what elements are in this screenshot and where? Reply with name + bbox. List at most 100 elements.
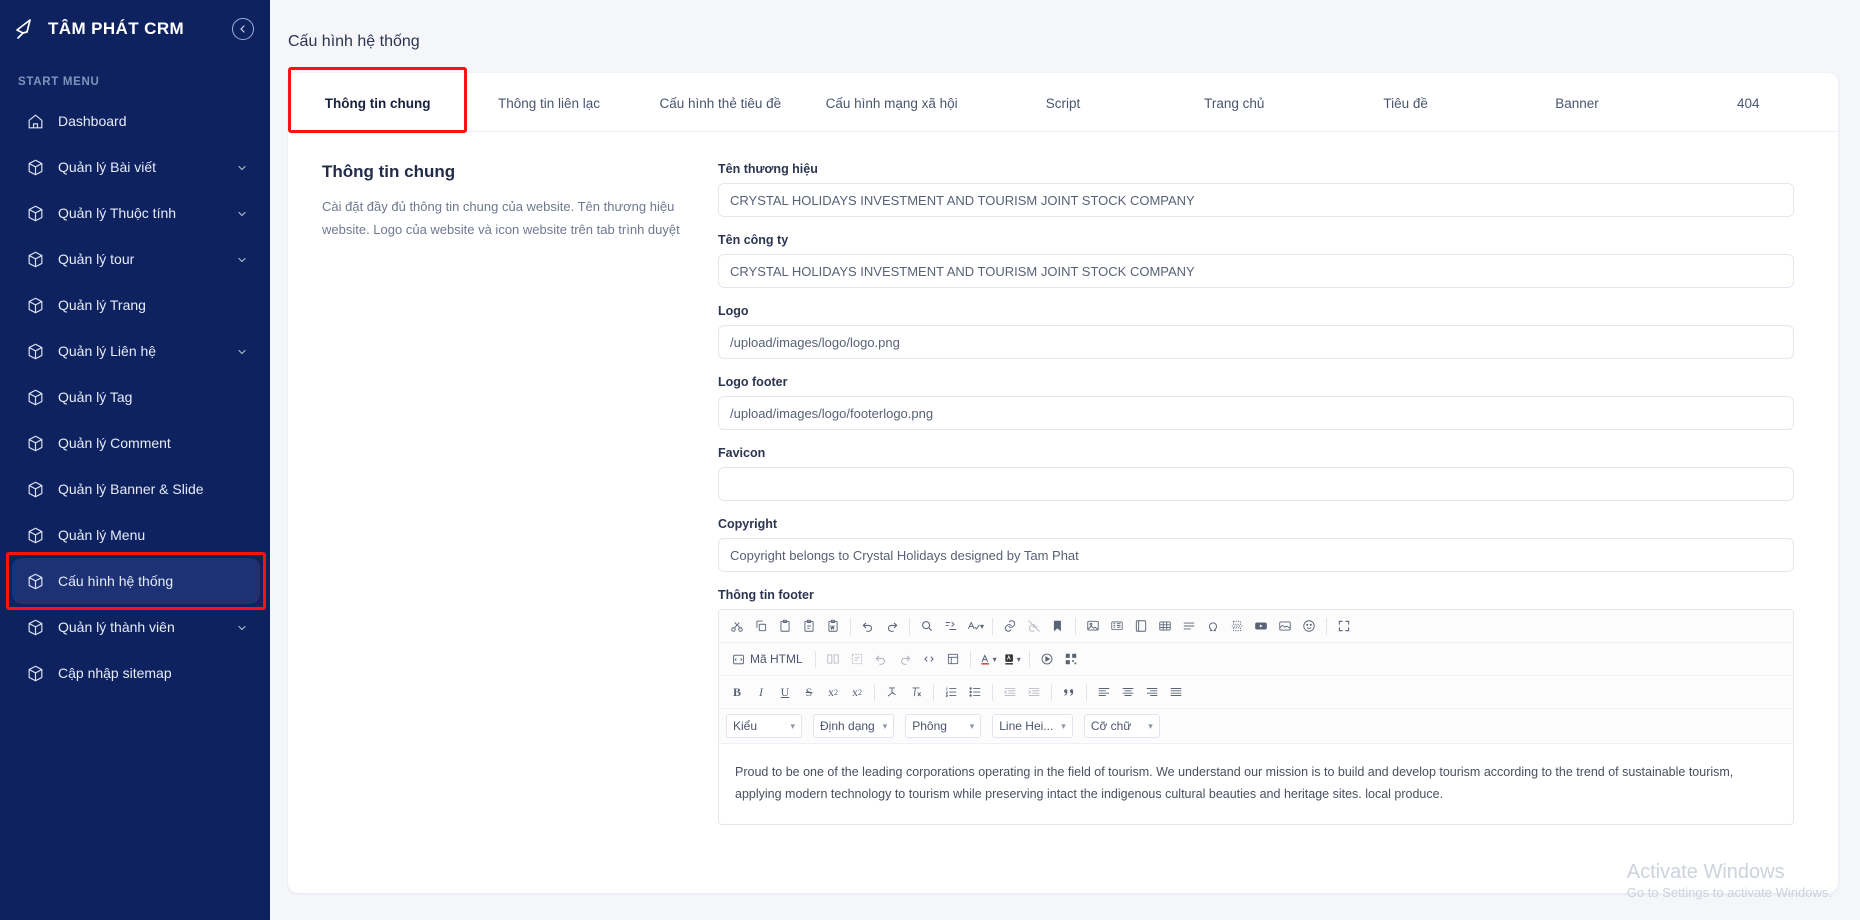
sidebar-item-qu-n-l-tour[interactable]: Quản lý tour <box>12 236 260 282</box>
media-icon[interactable] <box>1036 648 1058 670</box>
chevron-down-icon[interactable] <box>236 207 248 219</box>
copy-icon[interactable] <box>750 615 772 637</box>
editor-dropdown-ph-ng[interactable]: Phông▾ <box>905 714 981 738</box>
outdent-icon[interactable] <box>999 681 1021 703</box>
rich-text-editor[interactable]: ▾ <box>718 609 1794 825</box>
find-icon[interactable] <box>916 615 938 637</box>
youtube-icon[interactable] <box>1250 615 1272 637</box>
strikethrough-icon[interactable]: S <box>798 681 820 703</box>
input-copyright[interactable] <box>718 538 1794 572</box>
image-icon[interactable] <box>1082 615 1104 637</box>
input-t-n-c-ng-ty[interactable] <box>718 254 1794 288</box>
editor-dropdown-c-ch[interactable]: Cỡ chữ▾ <box>1084 714 1160 738</box>
sidebar-item-qu-n-l-th-nh-vi-n[interactable]: Quản lý thành viên <box>12 604 260 650</box>
flash-icon[interactable] <box>1106 615 1128 637</box>
redo-icon[interactable] <box>881 615 903 637</box>
templates-icon[interactable] <box>942 648 964 670</box>
italic-icon[interactable]: I <box>750 681 772 703</box>
panel-description: Cài đặt đầy đủ thông tin chung của websi… <box>322 196 684 241</box>
redo2-icon[interactable] <box>894 648 916 670</box>
justify-icon[interactable] <box>1165 681 1187 703</box>
paste-word-icon[interactable] <box>822 615 844 637</box>
editor-dropdown-ki-u[interactable]: Kiểu▾ <box>726 714 802 738</box>
align-center-icon[interactable] <box>1117 681 1139 703</box>
cut-icon[interactable] <box>726 615 748 637</box>
qr-icon[interactable] <box>1060 648 1082 670</box>
sidebar-section-label: START MENU <box>0 58 270 98</box>
sidebar-item-qu-n-l-comment[interactable]: Quản lý Comment <box>12 420 260 466</box>
indent-icon[interactable] <box>1023 681 1045 703</box>
paste-icon[interactable] <box>774 615 796 637</box>
sidebar-item-qu-n-l-tag[interactable]: Quản lý Tag <box>12 374 260 420</box>
editor-dropdown-line-hei[interactable]: Line Hei...▾ <box>992 714 1073 738</box>
emoji-icon[interactable] <box>1298 615 1320 637</box>
horizontal-rule-icon[interactable] <box>1178 615 1200 637</box>
input-logo[interactable] <box>718 325 1794 359</box>
sidebar-item-qu-n-l-thu-c-t-nh[interactable]: Quản lý Thuộc tính <box>12 190 260 236</box>
source-icon[interactable] <box>918 648 940 670</box>
input-t-n-th-ng-hi-u[interactable] <box>718 183 1794 217</box>
chevron-left-circle-icon[interactable] <box>232 18 254 40</box>
paste-text-icon[interactable] <box>798 615 820 637</box>
bulleted-list-icon[interactable] <box>964 681 986 703</box>
sidebar-item-qu-n-l-b-i-vi-t[interactable]: Quản lý Bài viết <box>12 144 260 190</box>
undo2-icon[interactable] <box>870 648 892 670</box>
chevron-down-icon[interactable] <box>236 161 248 173</box>
replace-icon[interactable] <box>940 615 962 637</box>
page-break-icon[interactable] <box>1226 615 1248 637</box>
unlink-icon[interactable] <box>1023 615 1045 637</box>
table-icon[interactable] <box>1154 615 1176 637</box>
chevron-down-icon[interactable] <box>236 621 248 633</box>
box-icon <box>26 158 45 177</box>
subscript-icon[interactable]: x2 <box>822 681 844 703</box>
link-icon[interactable] <box>999 615 1021 637</box>
input-logo-footer[interactable] <box>718 396 1794 430</box>
sidebar-item-qu-n-l-menu[interactable]: Quản lý Menu <box>12 512 260 558</box>
sidebar-item-qu-n-l-trang[interactable]: Quản lý Trang <box>12 282 260 328</box>
select-all-icon[interactable] <box>846 648 868 670</box>
tab-trang-ch[interactable]: Trang chủ <box>1149 73 1320 131</box>
sidebar-item-label: Quản lý Tag <box>58 389 248 405</box>
tab-c-u-h-nh-m-ng-x-h-i[interactable]: Cấu hình mạng xã hội <box>806 73 977 131</box>
blockquote-icon[interactable] <box>1058 681 1080 703</box>
align-left-icon[interactable] <box>1093 681 1115 703</box>
bg-color-icon[interactable]: ▾ <box>1001 648 1023 670</box>
tab-banner[interactable]: Banner <box>1491 73 1662 131</box>
tab-c-u-h-nh-th-ti-u[interactable]: Cấu hình thẻ tiêu đề <box>635 73 806 131</box>
field-logo-footer: Logo footer <box>718 375 1794 430</box>
clear-format-icon[interactable] <box>905 681 927 703</box>
spellcheck-icon[interactable]: ▾ <box>964 615 986 637</box>
tab-404[interactable]: 404 <box>1663 73 1834 131</box>
chevron-down-icon[interactable] <box>236 345 248 357</box>
tab-th-ng-tin-li-n-l-c[interactable]: Thông tin liên lạc <box>463 73 634 131</box>
editor-content[interactable]: Proud to be one of the leading corporati… <box>719 744 1793 824</box>
field-t-n-th-ng-hi-u: Tên thương hiệu <box>718 162 1794 217</box>
special-char-icon[interactable] <box>1202 615 1224 637</box>
field-label-t-n-c-ng-ty: Tên công ty <box>718 233 1794 247</box>
undo-icon[interactable] <box>857 615 879 637</box>
sidebar-item-qu-n-l-li-n-h[interactable]: Quản lý Liên hệ <box>12 328 260 374</box>
sidebar-item-c-u-h-nh-h-th-ng[interactable]: Cấu hình hệ thống <box>12 558 260 604</box>
chevron-down-icon[interactable] <box>236 253 248 265</box>
editor-dropdown-nh-d-ng[interactable]: Định dạng▾ <box>813 714 894 738</box>
text-color-icon[interactable]: ▾ <box>977 648 999 670</box>
sidebar-item-c-p-nh-p-sitemap[interactable]: Cập nhập sitemap <box>12 650 260 696</box>
bold-icon[interactable]: B <box>726 681 748 703</box>
html-source-button[interactable]: Mã HTML <box>726 651 809 667</box>
media-embed-icon[interactable] <box>1274 615 1296 637</box>
numbered-list-icon[interactable] <box>940 681 962 703</box>
tab-script[interactable]: Script <box>977 73 1148 131</box>
sidebar-item-dashboard[interactable]: Dashboard <box>12 98 260 144</box>
sidebar-item-qu-n-l-banner-slide[interactable]: Quản lý Banner & Slide <box>12 466 260 512</box>
tab-ti-u[interactable]: Tiêu đề <box>1320 73 1491 131</box>
align-right-icon[interactable] <box>1141 681 1163 703</box>
iframe-icon[interactable] <box>1130 615 1152 637</box>
superscript-icon[interactable]: x2 <box>846 681 868 703</box>
underline-icon[interactable]: U <box>774 681 796 703</box>
maximize-icon[interactable] <box>1333 615 1355 637</box>
show-blocks-icon[interactable] <box>822 648 844 670</box>
input-favicon[interactable] <box>718 467 1794 501</box>
anchor-icon[interactable] <box>1047 615 1069 637</box>
tab-th-ng-tin-chung[interactable]: Thông tin chung <box>292 73 463 131</box>
remove-format-icon[interactable] <box>881 681 903 703</box>
